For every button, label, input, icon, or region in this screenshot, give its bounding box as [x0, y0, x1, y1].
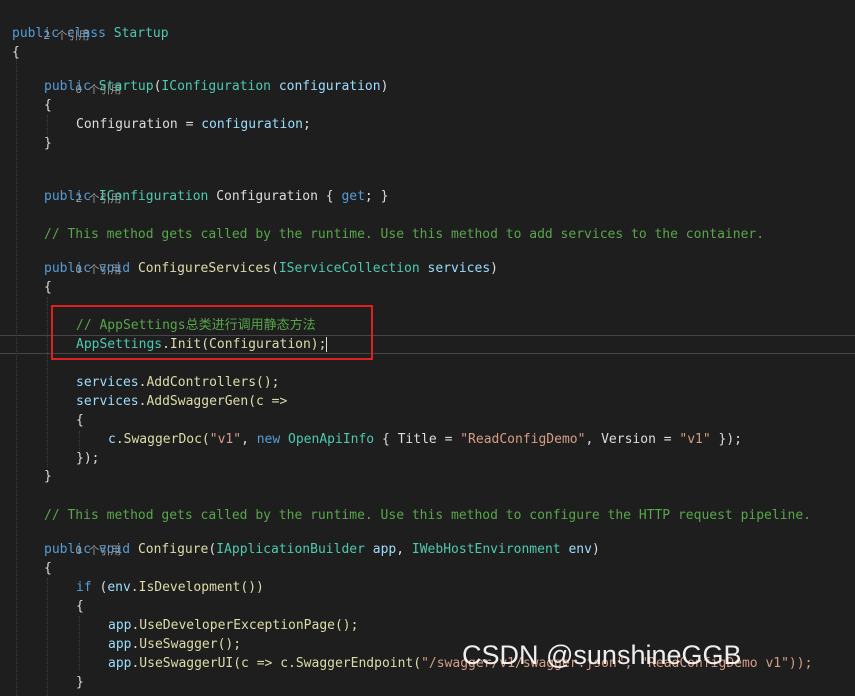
keyword: public — [44, 261, 91, 276]
code-line: { — [44, 96, 855, 115]
punctuation: ) — [490, 261, 498, 276]
code-line: { — [44, 559, 855, 578]
keyword: public — [44, 542, 91, 557]
parameter: app — [108, 656, 132, 671]
keyword: public — [44, 189, 91, 204]
code-text: }); — [76, 451, 100, 466]
code-line: { — [12, 43, 855, 62]
code-line: { — [76, 411, 855, 430]
keyword: void — [98, 542, 131, 557]
parameter: services — [427, 261, 491, 276]
code-line: } — [44, 134, 855, 153]
type-name: IWebHostEnvironment — [411, 542, 561, 557]
codelens-references[interactable]: 0 个引用 — [44, 241, 855, 276]
identifier: services — [76, 394, 139, 409]
punctuation: ; — [302, 117, 311, 132]
assignment-target: Configuration = — [76, 117, 202, 132]
parameter: app — [372, 542, 397, 557]
brace: } — [76, 675, 84, 690]
brace: { — [76, 599, 84, 614]
code-line: }); — [76, 449, 855, 468]
code-line: { — [76, 597, 855, 616]
property-name: Configuration { — [208, 189, 342, 204]
method-call: .UseSwaggerUI(c => c.SwaggerEndpoint( — [131, 656, 422, 671]
code-line: app.UseDeveloperExceptionPage(); — [108, 616, 855, 635]
type-name: IConfiguration — [98, 189, 209, 204]
parameter: env — [107, 580, 131, 595]
method-call: .SwaggerDoc( — [115, 432, 210, 447]
code-line: c.SwaggerDoc("v1", new OpenApiInfo { Tit… — [108, 430, 855, 449]
identifier: services — [76, 375, 139, 390]
punctuation: ; } — [364, 189, 389, 204]
method-call: .AddControllers(); — [138, 375, 280, 390]
code-line: services.AddControllers(); — [76, 373, 855, 392]
code-line: } — [44, 467, 855, 486]
keyword: if — [76, 580, 92, 595]
parameter: configuration — [201, 117, 303, 132]
code-line: public Startup(IConfiguration configurat… — [44, 77, 855, 96]
method-call: .UseSwagger(); — [131, 637, 242, 652]
method-name: Configure — [137, 542, 209, 557]
method-call: .IsDevelopment()) — [130, 580, 264, 595]
indent-guide — [16, 58, 17, 696]
punctuation: ( — [271, 261, 279, 276]
string-literal: "v1" — [679, 432, 711, 447]
string-literal: "v1" — [209, 432, 242, 447]
code-text: { Title = — [374, 432, 461, 447]
parameter: configuration — [278, 79, 381, 94]
comment-text: // This method gets called by the runtim… — [44, 227, 765, 242]
keyword: class — [66, 26, 106, 41]
brace: } — [44, 136, 52, 151]
keyword: new — [256, 432, 281, 447]
keyword: void — [98, 261, 131, 276]
code-editor[interactable]: 2 个引用 public class Startup { 0 个引用 publi… — [0, 0, 855, 696]
brace: { — [12, 45, 20, 60]
code-line: } — [76, 673, 855, 692]
punctuation: , — [396, 542, 412, 557]
code-line: { — [44, 278, 855, 297]
type-name: IConfiguration — [161, 79, 271, 94]
brace: { — [44, 98, 52, 113]
punctuation: , — [241, 432, 257, 447]
punctuation: ) — [591, 542, 600, 557]
code-line: public IConfiguration Configuration { ge… — [44, 187, 855, 206]
code-line: services.AddSwaggerGen(c => — [76, 392, 855, 411]
code-text: }); — [710, 432, 743, 447]
method-call: .AddSwaggerGen(c => — [138, 394, 288, 409]
type-name: OpenApiInfo — [288, 432, 375, 447]
indent-guide — [47, 578, 48, 696]
parameter: app — [108, 637, 132, 652]
csdn-watermark: CSDN @sunshineGGB — [462, 640, 742, 670]
punctuation: ) — [380, 79, 389, 94]
method-name: ConfigureServices — [137, 261, 271, 276]
code-line: public void Configure(IApplicationBuilde… — [44, 540, 855, 559]
identifier: c — [108, 432, 116, 447]
parameter: app — [108, 618, 132, 633]
string-literal: "ReadConfigDemo" — [460, 432, 586, 447]
brace: { — [44, 561, 52, 576]
code-line: if (env.IsDevelopment()) — [76, 578, 855, 597]
comment-text: // This method gets called by the runtim… — [44, 508, 812, 523]
keyword: public — [44, 79, 91, 94]
method-call: .UseDeveloperExceptionPage(); — [131, 618, 359, 633]
indent-guide — [79, 616, 80, 671]
type-name: IServiceCollection — [278, 261, 420, 276]
code-line: public void ConfigureServices(IServiceCo… — [44, 259, 855, 278]
brace: { — [76, 413, 84, 428]
punctuation: ( — [91, 580, 108, 595]
code-text: , Version = — [585, 432, 680, 447]
codelens-references[interactable]: 0 个引用 — [44, 522, 855, 557]
code-line: Configuration = configuration; — [76, 115, 855, 134]
indent-guide — [47, 297, 48, 467]
red-highlight-box — [51, 305, 373, 360]
brace: } — [44, 469, 52, 484]
code-line: public class Startup — [12, 24, 855, 43]
type-name: IApplicationBuilder — [216, 542, 365, 557]
constructor-name: Startup — [98, 79, 154, 94]
parameter: env — [568, 542, 592, 557]
keyword: public — [12, 26, 59, 41]
brace: { — [44, 280, 52, 295]
keyword: get — [341, 189, 365, 204]
class-name: Startup — [113, 26, 169, 41]
